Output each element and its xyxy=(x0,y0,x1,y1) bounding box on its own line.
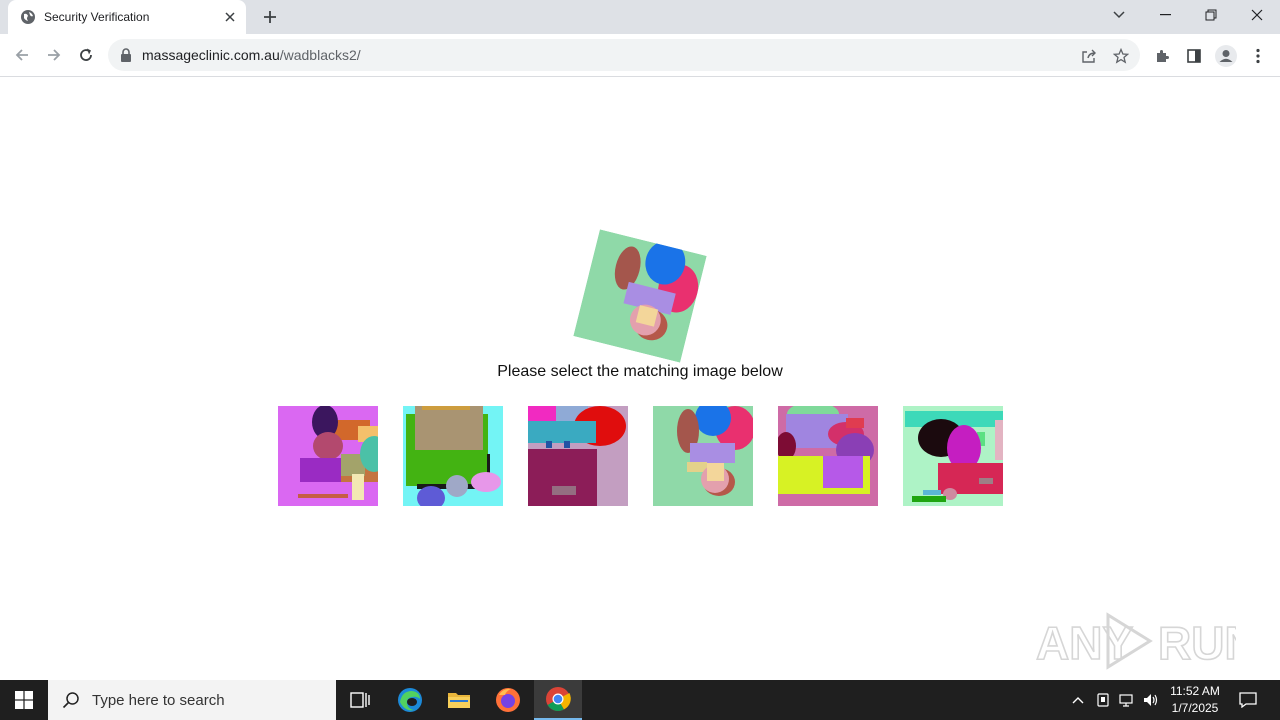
network-icon[interactable] xyxy=(1116,680,1138,720)
windows-taskbar: Type here to search 11:52 AM 1/7/2025 xyxy=(0,680,1280,720)
tab-search-chevron-icon[interactable] xyxy=(1096,0,1142,30)
volume-icon[interactable] xyxy=(1140,680,1162,720)
device-icon[interactable] xyxy=(1092,680,1114,720)
forward-icon[interactable] xyxy=(40,41,68,69)
close-window-icon[interactable] xyxy=(1234,0,1280,30)
reload-icon[interactable] xyxy=(72,41,100,69)
url-text[interactable]: massageclinic.com.au/wadblacks2/ xyxy=(142,47,361,63)
captcha-option-6[interactable] xyxy=(903,406,1003,506)
close-icon[interactable] xyxy=(220,7,240,27)
url-path: /wadblacks2/ xyxy=(279,47,361,63)
captcha-option-5[interactable] xyxy=(778,406,878,506)
captcha-prompt: Please select the matching image below xyxy=(497,363,783,380)
restore-icon[interactable] xyxy=(1188,0,1234,30)
tab-title: Security Verification xyxy=(44,10,150,24)
edge-icon[interactable] xyxy=(386,680,434,720)
task-view-icon[interactable] xyxy=(336,680,384,720)
taskbar-search[interactable]: Type here to search xyxy=(48,680,336,720)
menu-icon[interactable] xyxy=(1245,43,1271,69)
clock-time: 11:52 AM xyxy=(1170,684,1220,698)
globe-icon xyxy=(21,10,35,24)
captcha-option-3[interactable] xyxy=(528,406,628,506)
chevron-up-icon[interactable] xyxy=(1068,680,1088,720)
firefox-icon[interactable] xyxy=(484,680,532,720)
lock-icon[interactable] xyxy=(120,48,132,62)
tab-security-verification[interactable]: Security Verification xyxy=(8,0,246,34)
share-icon[interactable] xyxy=(1080,47,1098,65)
sidepanel-icon[interactable] xyxy=(1181,43,1207,69)
reference-image xyxy=(573,229,707,363)
page-content: Please select the matching image below A… xyxy=(0,77,1280,680)
captcha-option-1[interactable] xyxy=(278,406,378,506)
extensions-icon[interactable] xyxy=(1149,43,1175,69)
clock-date: 1/7/2025 xyxy=(1171,701,1219,715)
captcha-option-2[interactable] xyxy=(403,406,503,506)
search-placeholder: Type here to search xyxy=(92,691,225,709)
plus-icon[interactable] xyxy=(258,6,282,28)
notification-icon[interactable] xyxy=(1232,680,1264,720)
svg-text:RUN: RUN xyxy=(1158,617,1236,669)
address-bar[interactable]: massageclinic.com.au/wadblacks2/ xyxy=(108,39,1140,71)
search-icon xyxy=(62,692,79,709)
taskbar-clock[interactable]: 11:52 AM 1/7/2025 xyxy=(1160,683,1230,717)
captcha-option-4[interactable] xyxy=(653,406,753,506)
chrome-icon[interactable] xyxy=(534,680,582,720)
folder-icon[interactable] xyxy=(435,680,483,720)
browser-toolbar: massageclinic.com.au/wadblacks2/ xyxy=(0,34,1280,77)
tab-strip: Security Verification xyxy=(0,0,1280,34)
windows-icon[interactable] xyxy=(0,680,48,720)
anyrun-watermark: ANY RUN xyxy=(1036,612,1236,670)
url-domain: massageclinic.com.au xyxy=(142,47,280,63)
minimize-icon[interactable] xyxy=(1142,0,1188,30)
back-icon[interactable] xyxy=(8,41,36,69)
star-icon[interactable] xyxy=(1112,47,1130,65)
profile-icon[interactable] xyxy=(1213,43,1239,69)
